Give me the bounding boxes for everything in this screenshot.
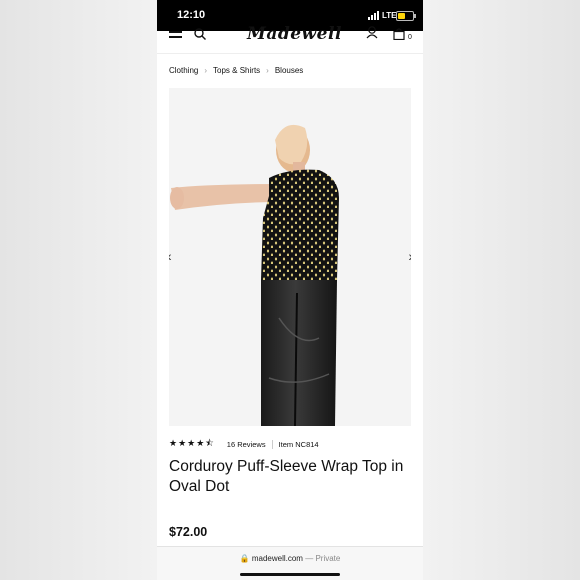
product-image[interactable]: ‹ ›	[169, 88, 411, 426]
reviews-link[interactable]: 16 Reviews	[227, 440, 266, 449]
breadcrumb-blouses[interactable]: Blouses	[275, 66, 303, 75]
breadcrumb-tops-shirts[interactable]: Tops & Shirts	[213, 66, 260, 75]
breadcrumb: Clothing › Tops & Shirts › Blouses	[169, 66, 303, 75]
browser-url-bar[interactable]: 🔒 madewell.com — Private	[157, 546, 423, 580]
star-rating-icon[interactable]: ★★★★⯪	[169, 436, 215, 452]
chevron-right-icon: ›	[266, 66, 269, 75]
shopping-bag-icon[interactable]	[393, 28, 405, 40]
status-time: 12:10	[177, 9, 206, 21]
rating-row: ★★★★⯪ 16 Reviews Item NC814	[169, 436, 319, 452]
account-icon[interactable]	[366, 26, 378, 39]
url-domain: madewell.com	[251, 554, 303, 563]
home-indicator[interactable]	[240, 573, 340, 576]
item-number: Item NC814	[278, 439, 319, 449]
prev-image-icon[interactable]: ‹	[169, 248, 172, 264]
chevron-right-icon: ›	[204, 66, 208, 75]
signal-icon	[368, 11, 382, 20]
menu-icon[interactable]	[169, 31, 182, 41]
divider	[271, 439, 273, 449]
site-header: Madewell 0	[157, 24, 423, 54]
blurred-background-right	[423, 0, 580, 580]
lock-icon: 🔒	[239, 554, 250, 563]
private-label: — Private	[305, 554, 341, 563]
product-price: $72.00	[169, 525, 208, 539]
search-icon[interactable]	[194, 28, 206, 40]
phone-screen: 12:10 LTE Madewell 0 Clothing › Tops & S…	[157, 0, 423, 580]
brand-logo[interactable]: Madewell	[247, 24, 341, 44]
cart-count: 0	[408, 34, 412, 41]
network-label: LTE	[382, 11, 397, 20]
battery-icon	[396, 11, 416, 21]
blurred-background-left	[0, 0, 157, 580]
breadcrumb-clothing[interactable]: Clothing	[169, 66, 198, 75]
url-text[interactable]: 🔒 madewell.com — Private	[157, 554, 423, 563]
product-title: Corduroy Puff-Sleeve Wrap Top in Oval Do…	[169, 458, 404, 495]
next-image-icon[interactable]: ›	[408, 248, 411, 264]
model-photo	[169, 88, 411, 426]
